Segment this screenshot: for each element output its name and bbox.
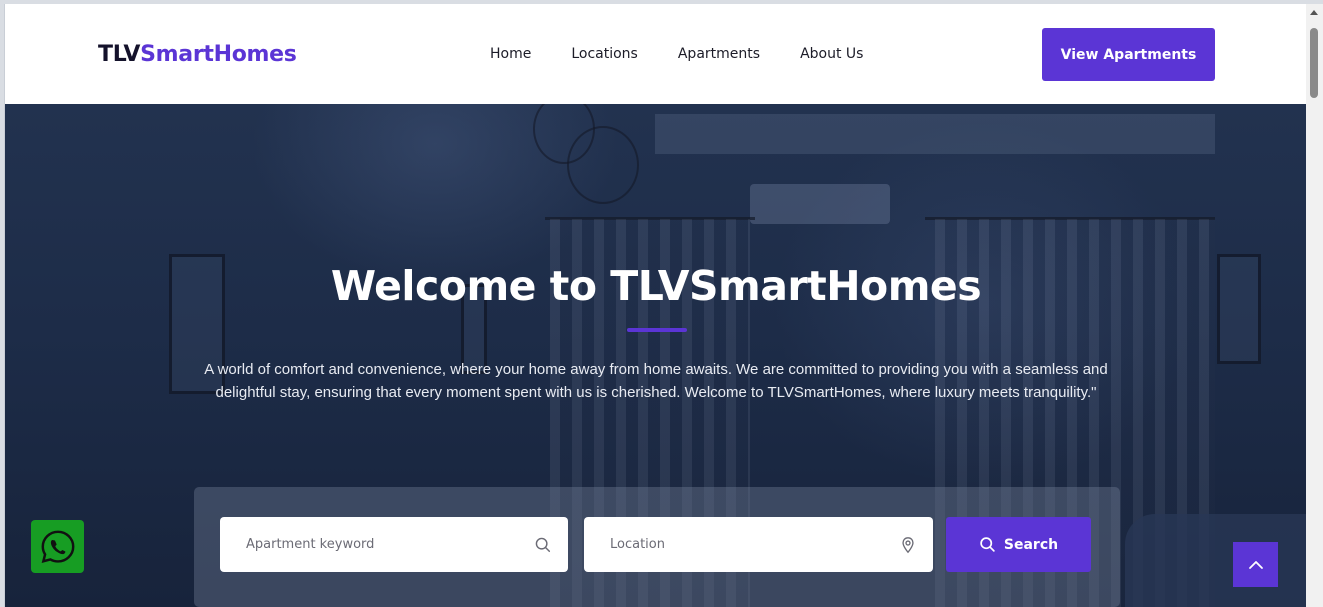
chevron-up-icon [1248,560,1263,569]
whatsapp-icon [41,530,74,563]
ceiling-beam [655,114,1215,154]
search-icon [980,537,995,552]
logo-text-smarthomes: SmartHomes [140,42,297,67]
nav-apartments[interactable]: Apartments [678,46,760,62]
scroll-to-top-button[interactable] [1233,542,1278,587]
title-underline [627,328,687,332]
scroll-up-arrow[interactable] [1310,10,1318,15]
nav-about-us[interactable]: About Us [800,46,863,62]
scroll-thumb[interactable] [1310,28,1318,98]
pendant-lamp [567,126,639,204]
browser-viewport: TLVSmartHomes Home Locations Apartments … [4,4,1306,607]
nav-home[interactable]: Home [490,46,531,62]
sofa [1125,514,1306,607]
main-nav: Home Locations Apartments About Us [490,46,863,62]
logo-text-tlv: TLV [98,42,141,67]
keyword-placeholder: Apartment keyword [246,537,375,552]
location-placeholder: Location [610,537,665,552]
search-icon [535,537,551,553]
page-scrollbar[interactable] [1306,4,1323,607]
search-button[interactable]: Search [946,517,1091,572]
search-panel: Apartment keyword Location Search [194,487,1120,607]
site-header: TLVSmartHomes Home Locations Apartments … [5,4,1306,104]
location-input[interactable]: Location [584,517,933,572]
hero-description: A world of comfort and convenience, wher… [204,361,1108,401]
view-apartments-button[interactable]: View Apartments [1042,28,1215,81]
map-pin-icon [902,537,914,554]
keyword-search-input[interactable]: Apartment keyword [220,517,568,572]
site-logo[interactable]: TLVSmartHomes [98,42,297,67]
whatsapp-button[interactable] [31,520,84,573]
air-conditioner [750,184,890,224]
hero-title: Welcome to TLVSmartHomes [330,262,982,310]
hero-section: Welcome to TLVSmartHomes A world of comf… [5,104,1306,607]
nav-locations[interactable]: Locations [571,46,638,62]
search-button-label: Search [1003,536,1059,553]
